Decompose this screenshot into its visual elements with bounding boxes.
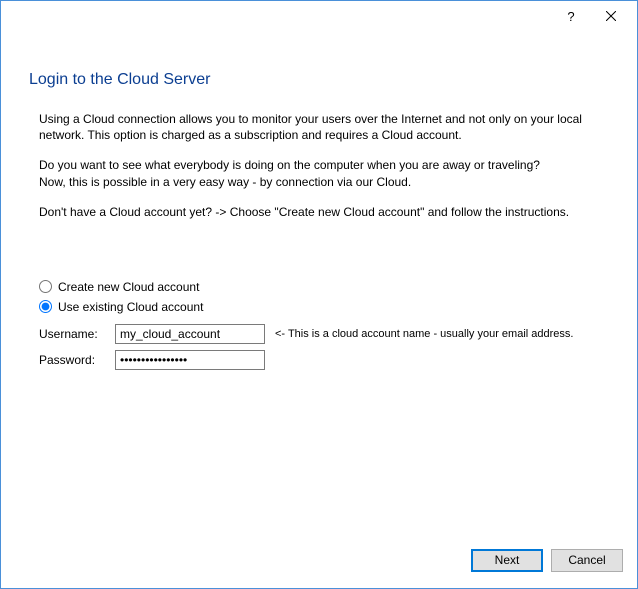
close-icon[interactable] <box>591 2 631 30</box>
password-field[interactable] <box>115 350 265 370</box>
dialog-footer: Next Cancel <box>1 540 637 588</box>
radio-existing-account-input[interactable] <box>39 300 52 313</box>
radio-existing-account-label: Use existing Cloud account <box>58 300 203 314</box>
description-line-2b: Now, this is possible in a very easy way… <box>39 175 411 189</box>
description-paragraph-2: Do you want to see what everybody is doi… <box>39 157 609 189</box>
radio-create-account[interactable]: Create new Cloud account <box>39 280 609 294</box>
radio-create-account-input[interactable] <box>39 280 52 293</box>
description-line-2a: Do you want to see what everybody is doi… <box>39 158 540 172</box>
username-hint: <- This is a cloud account name - usuall… <box>275 328 573 340</box>
description-paragraph-1: Using a Cloud connection allows you to m… <box>39 111 609 143</box>
radio-create-account-label: Create new Cloud account <box>58 280 199 294</box>
next-button[interactable]: Next <box>471 549 543 572</box>
cancel-button[interactable]: Cancel <box>551 549 623 572</box>
username-field[interactable] <box>115 324 265 344</box>
description-paragraph-3: Don't have a Cloud account yet? -> Choos… <box>39 204 609 220</box>
content-area: Login to the Cloud Server Using a Cloud … <box>1 31 637 540</box>
password-row: Password: <box>39 350 609 370</box>
dialog-window: ? Login to the Cloud Server Using a Clou… <box>0 0 638 589</box>
page-title: Login to the Cloud Server <box>29 71 609 89</box>
password-label: Password: <box>39 353 115 367</box>
help-icon[interactable]: ? <box>551 2 591 30</box>
radio-existing-account[interactable]: Use existing Cloud account <box>39 300 609 314</box>
username-label: Username: <box>39 327 115 341</box>
account-options: Create new Cloud account Use existing Cl… <box>39 280 609 314</box>
titlebar: ? <box>1 1 637 31</box>
description-block: Using a Cloud connection allows you to m… <box>39 111 609 220</box>
credentials-form: Username: <- This is a cloud account nam… <box>39 324 609 370</box>
username-row: Username: <- This is a cloud account nam… <box>39 324 609 344</box>
